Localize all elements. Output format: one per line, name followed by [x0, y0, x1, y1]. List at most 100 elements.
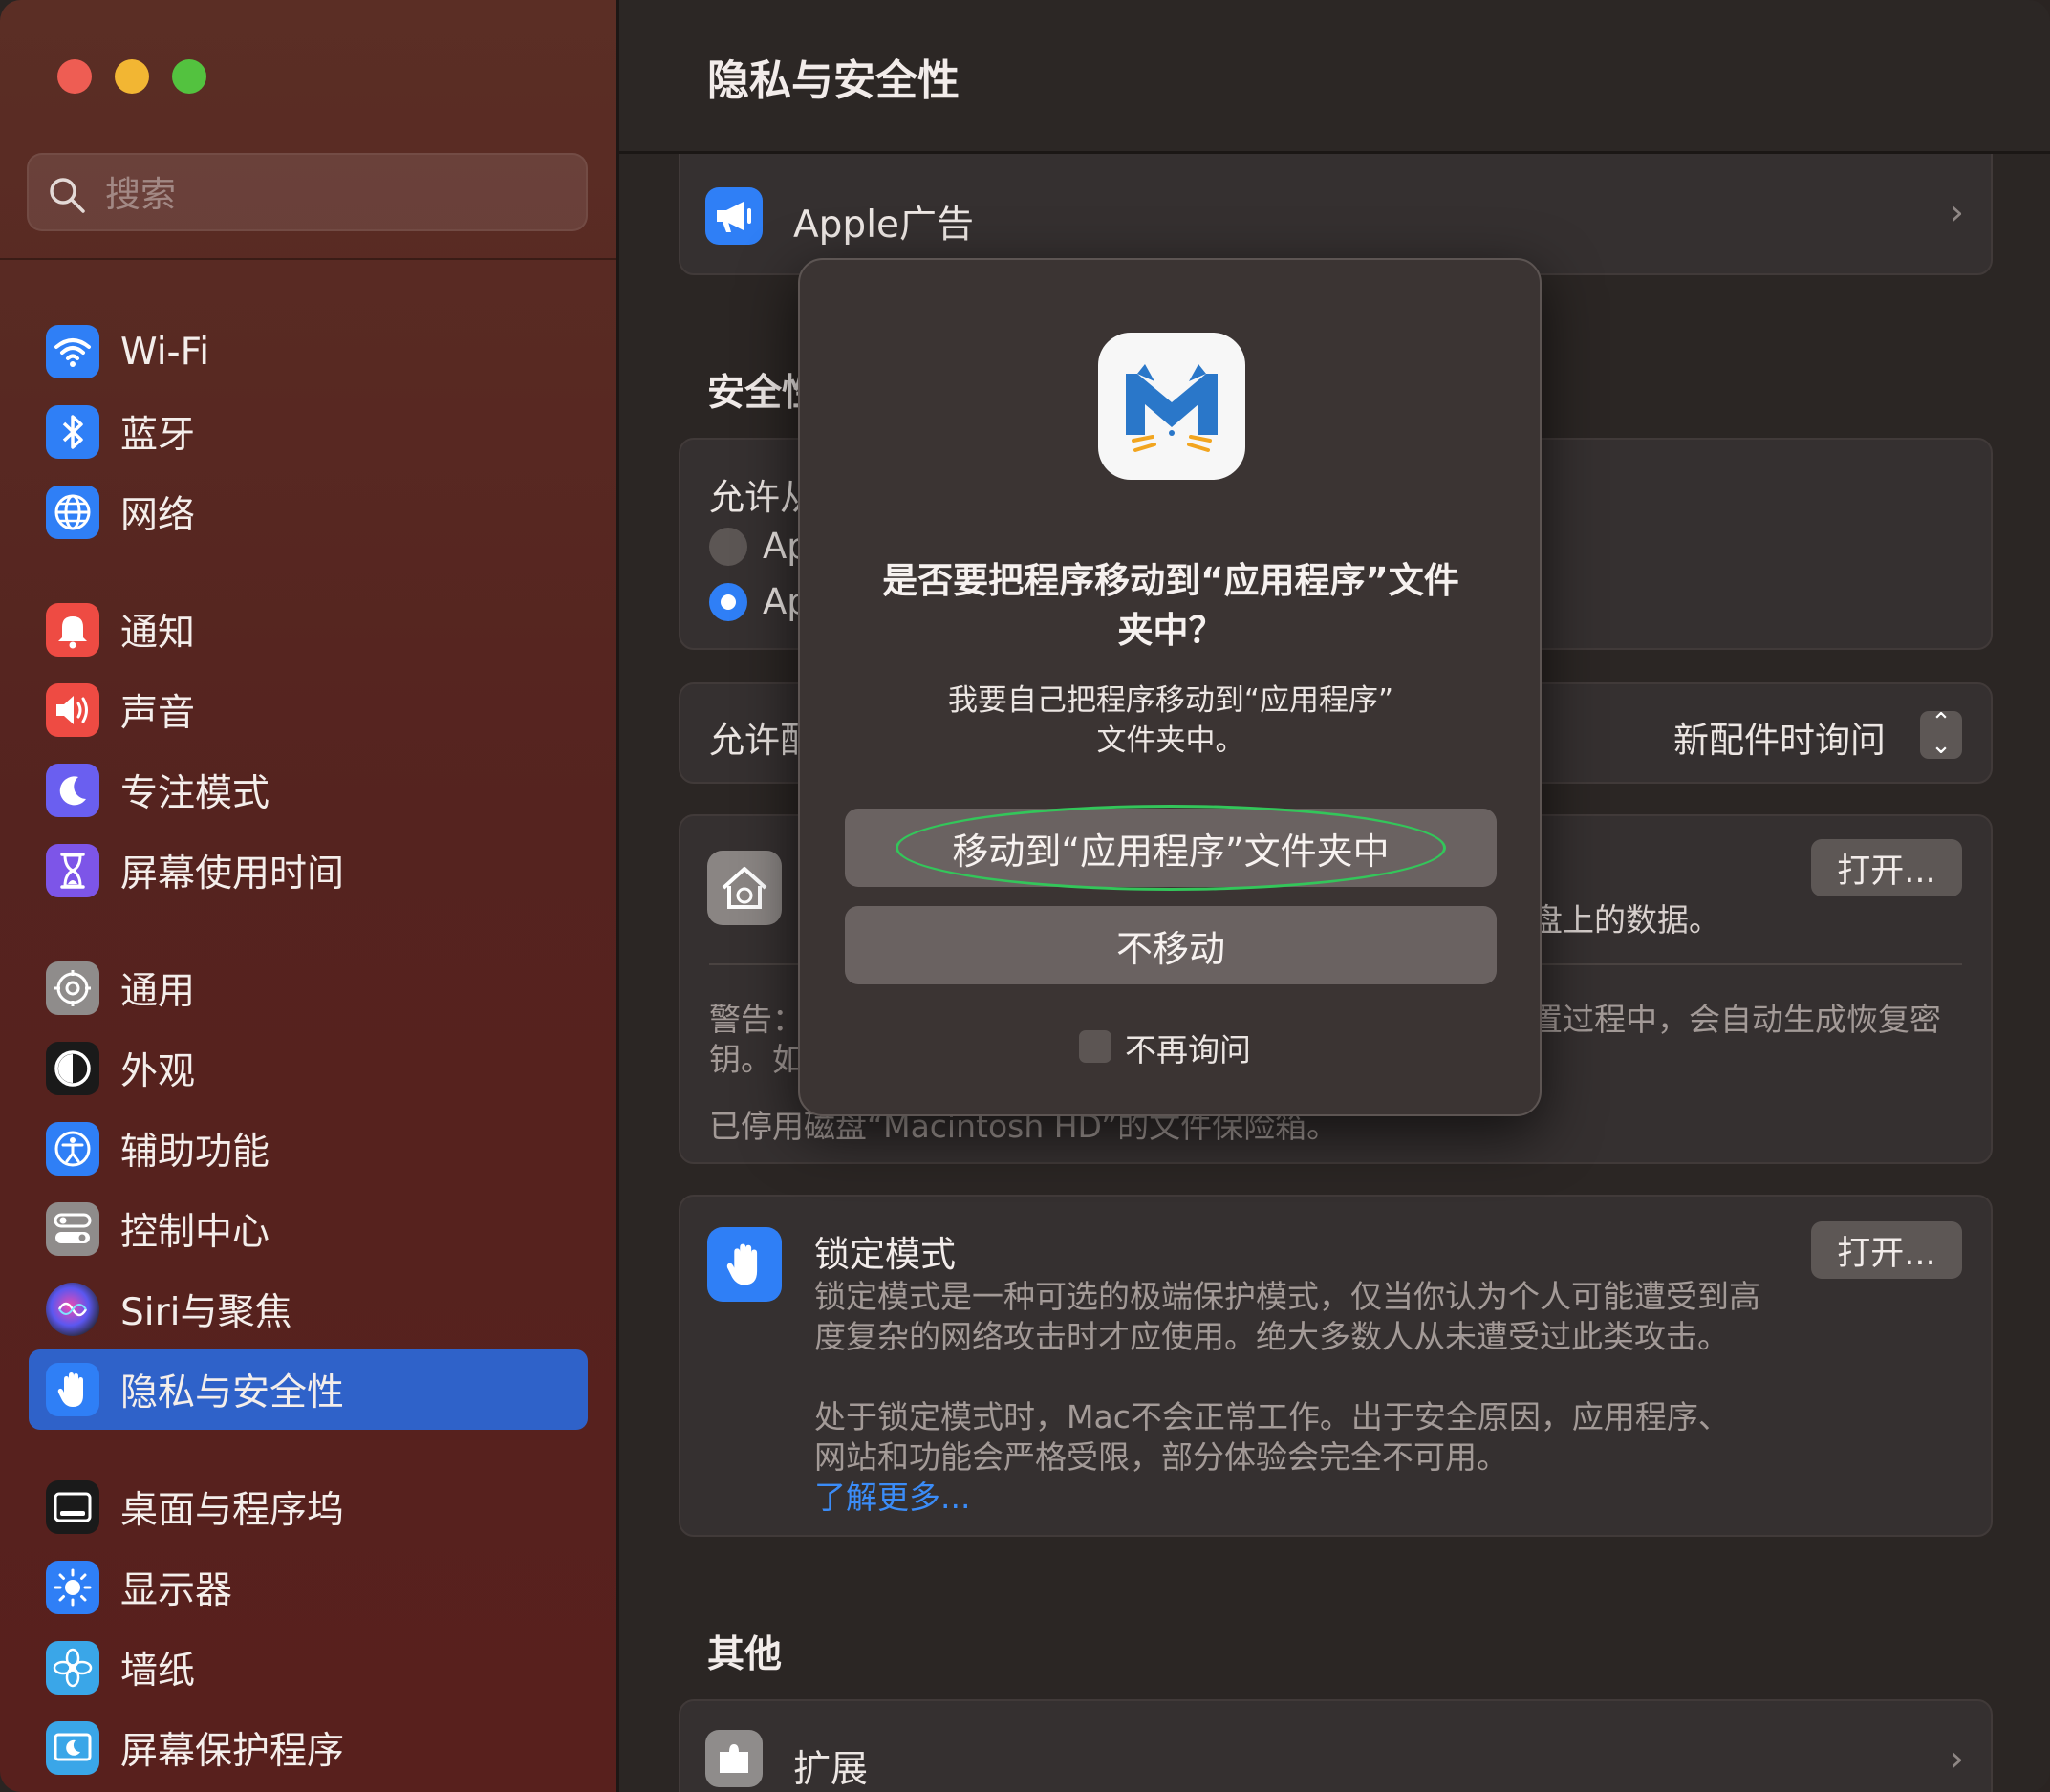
sidebar-item-label: 屏幕保护程序 [120, 1730, 345, 1773]
warning-label: 警告： [709, 1001, 804, 1038]
dialog-title-line: 夹中？ [1117, 610, 1224, 651]
sidebar-item-label: 通用 [120, 970, 196, 1013]
sidebar: Wi-Fi 蓝牙 网络 通知 声音 [0, 0, 619, 1792]
lockdown-description: 处于锁定模式时，Mac不会正常工作。出于安全原因，应用程序、 [814, 1398, 1730, 1436]
sidebar-item-control-center[interactable]: 控制中心 [29, 1189, 588, 1269]
sidebar-item-bluetooth[interactable]: 蓝牙 [29, 392, 588, 472]
siri-icon [46, 1283, 99, 1336]
minimize-window-button[interactable] [115, 59, 149, 94]
sidebar-item-label: 通知 [120, 612, 196, 655]
apple-ads-label: Apple广告 [793, 204, 975, 247]
extensions-row[interactable]: 扩展 › [679, 1699, 1993, 1792]
sidebar-item-sound[interactable]: 声音 [29, 670, 588, 750]
sidebar-item-label: 外观 [120, 1050, 196, 1093]
lockdown-description: 锁定模式是一种可选的极端保护模式，仅当你认为个人可能遭受到高 [814, 1278, 1760, 1315]
appearance-icon [46, 1042, 99, 1095]
sidebar-item-privacy-security[interactable]: 隐私与安全性 [29, 1349, 588, 1430]
sidebar-item-general[interactable]: 通用 [29, 948, 588, 1028]
wifi-icon [46, 325, 99, 378]
screensaver-icon [46, 1721, 99, 1775]
sidebar-item-label: 声音 [120, 692, 196, 735]
dock-icon [46, 1480, 99, 1534]
control-center-icon [46, 1202, 99, 1256]
search-input[interactable] [103, 166, 566, 222]
speaker-icon [46, 683, 99, 737]
sidebar-item-label: 专注模式 [120, 772, 270, 815]
accessibility-icon [46, 1122, 99, 1176]
dont-ask-again-label: 不再询问 [1125, 1031, 1251, 1069]
bell-icon [46, 603, 99, 657]
lockdown-title: 锁定模式 [814, 1234, 956, 1275]
warning-text: 置过程中，会自动生成恢复密 [1531, 1001, 1941, 1038]
megaphone-icon [705, 187, 763, 245]
accessories-value[interactable]: 新配件时询问 [1673, 711, 1886, 763]
sidebar-item-appearance[interactable]: 外观 [29, 1028, 588, 1109]
dialog-title-line: 是否要把程序移动到“应用程序”文件 [882, 560, 1459, 601]
dialog-title: 是否要把程序移动到“应用程序”文件 夹中？ [838, 556, 1503, 656]
system-settings-window: Wi-Fi 蓝牙 网络 通知 声音 [0, 0, 2050, 1792]
chevron-right-icon: › [1949, 191, 1964, 233]
extensions-label: 扩展 [793, 1748, 869, 1791]
learn-more-link[interactable]: 了解更多... [814, 1472, 970, 1518]
sidebar-item-label: 显示器 [120, 1569, 233, 1612]
search-icon [50, 178, 85, 213]
move-to-applications-button[interactable]: 移动到“应用程序”文件夹中 [845, 809, 1497, 887]
flower-icon [46, 1641, 99, 1695]
sidebar-item-desktop-dock[interactable]: 桌面与程序坞 [29, 1467, 588, 1547]
dialog-message-line: 我要自己把程序移动到“应用程序” [947, 683, 1394, 718]
dont-ask-again-checkbox[interactable] [1079, 1030, 1111, 1063]
sidebar-item-label: 桌面与程序坞 [120, 1489, 345, 1532]
lockdown-description: 网站和功能会严格受限，部分体验会完全不可用。 [814, 1438, 1508, 1476]
sidebar-item-siri[interactable]: Siri与聚焦 [29, 1269, 588, 1349]
sidebar-item-label: 屏幕使用时间 [120, 853, 345, 896]
sidebar-item-wallpaper[interactable]: 墙纸 [29, 1628, 588, 1708]
stepper-updown-icon[interactable]: ⌃ ⌄ [1920, 710, 1962, 759]
sidebar-item-network[interactable]: 网络 [29, 472, 588, 552]
sidebar-item-label: 控制中心 [120, 1211, 270, 1254]
sidebar-item-label: Siri与聚焦 [120, 1291, 292, 1334]
gear-icon [46, 961, 99, 1015]
apple-ads-row[interactable]: Apple广告 › [679, 134, 1993, 275]
sidebar-item-label: 网络 [120, 494, 196, 537]
sidebar-search[interactable] [27, 153, 588, 231]
hand-icon [707, 1227, 782, 1302]
sidebar-item-label: Wi-Fi [120, 330, 210, 374]
sidebar-item-notifications[interactable]: 通知 [29, 590, 588, 670]
globe-icon [46, 486, 99, 539]
hand-icon [46, 1363, 99, 1416]
dialog-message: 我要自己把程序移动到“应用程序” 文件夹中。 [838, 680, 1503, 761]
radio-app-store[interactable] [709, 528, 747, 566]
sidebar-item-label: 蓝牙 [120, 414, 196, 457]
lockdown-open-button[interactable]: 打开... [1811, 1221, 1962, 1279]
dialog-message-line: 文件夹中。 [1096, 723, 1245, 758]
radio-app-store-developers[interactable] [709, 583, 747, 621]
sun-icon [46, 1561, 99, 1614]
sidebar-item-displays[interactable]: 显示器 [29, 1547, 588, 1628]
dont-move-button[interactable]: 不移动 [845, 906, 1497, 984]
filevault-open-button[interactable]: 打开... [1811, 839, 1962, 896]
sidebar-item-label: 辅助功能 [120, 1131, 270, 1174]
warning-text-line2: 钥。如 [709, 1041, 804, 1078]
filevault-house-icon [707, 851, 782, 925]
other-section-title: 其他 [707, 1633, 783, 1676]
hourglass-icon [46, 844, 99, 897]
move-to-applications-dialog: 是否要把程序移动到“应用程序”文件 夹中？ 我要自己把程序移动到“应用程序” 文… [798, 258, 1542, 1116]
sidebar-item-focus[interactable]: 专注模式 [29, 750, 588, 831]
filevault-description: 盘上的数据。 [1531, 901, 1720, 939]
sidebar-item-screensaver[interactable]: 屏幕保护程序 [29, 1708, 588, 1788]
page-title: 隐私与安全性 [707, 56, 960, 105]
chevron-right-icon: › [1949, 1738, 1964, 1780]
bluetooth-icon [46, 405, 99, 459]
extensions-icon [705, 1730, 763, 1787]
sidebar-item-label: 隐私与安全性 [120, 1371, 345, 1414]
sidebar-item-screen-time[interactable]: 屏幕使用时间 [29, 831, 588, 911]
sidebar-item-wifi[interactable]: Wi-Fi [29, 312, 588, 392]
zoom-window-button[interactable] [172, 59, 206, 94]
title-bar: 隐私与安全性 [619, 0, 2050, 154]
sidebar-item-accessibility[interactable]: 辅助功能 [29, 1109, 588, 1189]
app-mail-cat-icon [1098, 333, 1245, 480]
sidebar-divider [0, 258, 616, 260]
lockdown-description: 度复杂的网络攻击时才应使用。绝大多数人从未遭受过此类攻击。 [814, 1318, 1729, 1355]
moon-icon [46, 764, 99, 817]
close-window-button[interactable] [57, 59, 92, 94]
